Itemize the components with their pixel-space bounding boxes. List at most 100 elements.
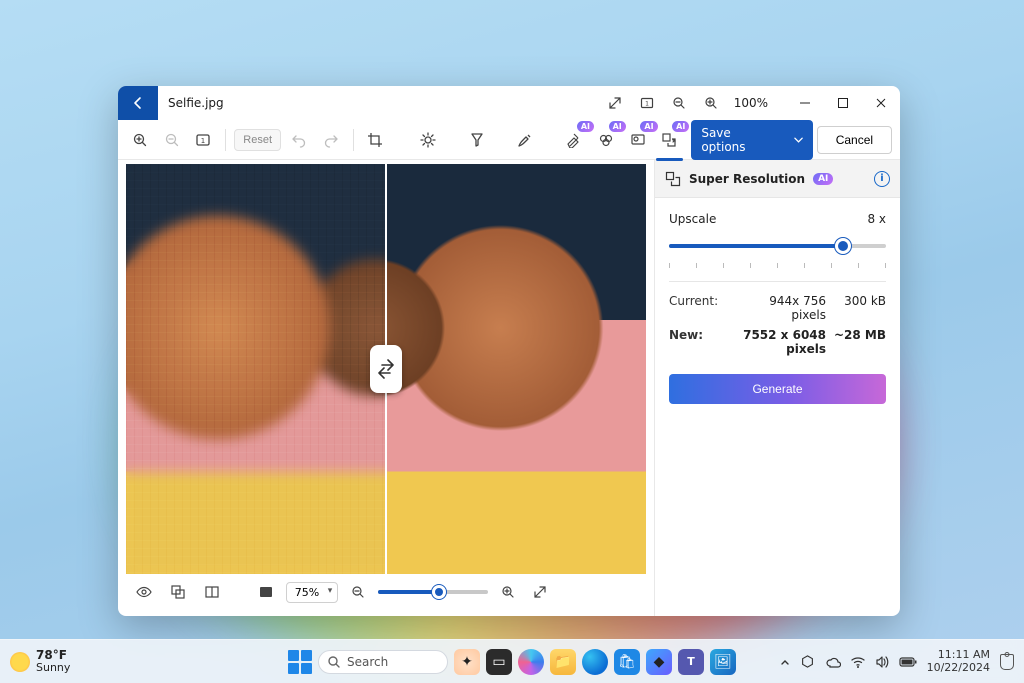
current-spec: Current: 944x 756 pixels 300 kB — [669, 294, 886, 322]
window-buttons — [786, 89, 900, 117]
titlebar: Selfie.jpg 1 100% — [118, 86, 900, 120]
image-preview[interactable] — [126, 164, 646, 574]
zoom-in-button[interactable] — [496, 580, 520, 604]
close-button[interactable] — [862, 89, 900, 117]
taskbar-search[interactable]: Search — [318, 650, 448, 674]
tray-chevron-icon[interactable] — [780, 657, 790, 667]
save-label: Save options — [701, 126, 771, 154]
filter-tool[interactable] — [463, 125, 491, 155]
upscale-slider-thumb[interactable] — [835, 238, 851, 254]
background-tool[interactable]: AI — [592, 125, 620, 155]
weather-widget[interactable]: 78°F Sunny — [10, 649, 70, 674]
search-placeholder: Search — [347, 655, 388, 669]
svg-text:1: 1 — [645, 101, 649, 108]
ai-badge-icon: AI — [640, 121, 657, 132]
save-options-button[interactable]: Save options — [691, 120, 812, 160]
taskbar: 78°F Sunny Search ✦ ▭ 📁 🛍 ◆ T 🖼 11:11 AM… — [0, 639, 1024, 683]
new-dims: 7552 x 6048 pixels — [731, 328, 826, 356]
undo-icon[interactable] — [285, 125, 313, 155]
cloud-icon[interactable] — [825, 656, 841, 668]
fit-screen-icon[interactable] — [254, 580, 278, 604]
zoom-out-tool[interactable] — [158, 125, 186, 155]
start-button[interactable] — [288, 650, 312, 674]
reset-button[interactable]: Reset — [234, 129, 281, 151]
wifi-icon[interactable] — [851, 656, 865, 668]
erase-tool[interactable]: AI — [560, 125, 588, 155]
photos-app-window: Selfie.jpg 1 100% — [118, 86, 900, 616]
cancel-button[interactable]: Cancel — [817, 126, 892, 154]
current-label: Current: — [669, 294, 731, 322]
markup-tool[interactable] — [511, 125, 539, 155]
generate-button[interactable]: Generate — [669, 374, 886, 404]
battery-icon[interactable] — [899, 656, 917, 668]
onedrive-icon[interactable] — [800, 654, 815, 669]
zoom-slider[interactable] — [378, 590, 488, 594]
new-spec: New: 7552 x 6048 pixels ~28 MB — [669, 328, 886, 356]
upscale-label: Upscale — [669, 212, 716, 226]
visibility-icon[interactable] — [132, 580, 156, 604]
upscale-value: 8 x — [867, 212, 886, 226]
minimize-button[interactable] — [786, 89, 824, 117]
actual-size-tool[interactable]: 1 — [190, 125, 218, 155]
task-view-icon[interactable]: ▭ — [486, 649, 512, 675]
maximize-button[interactable] — [824, 89, 862, 117]
teams-icon[interactable]: T — [678, 649, 704, 675]
zoom-readout: 100% — [728, 96, 774, 110]
upscale-slider[interactable] — [669, 234, 886, 258]
weather-condition: Sunny — [36, 662, 70, 674]
taskbar-center: Search ✦ ▭ 📁 🛍 ◆ T 🖼 — [288, 649, 736, 675]
new-label: New: — [669, 328, 731, 356]
photos-app-icon[interactable]: 🖼 — [710, 649, 736, 675]
relight-tool[interactable]: AI — [624, 125, 652, 155]
clock[interactable]: 11:11 AM 10/22/2024 — [927, 649, 990, 673]
super-res-icon — [665, 171, 681, 187]
back-button[interactable] — [118, 86, 158, 120]
store-icon[interactable]: 🛍 — [614, 649, 640, 675]
panel-header: Super Resolution AI i — [655, 160, 900, 198]
zoom-slider-thumb[interactable] — [432, 585, 446, 599]
edge-icon[interactable] — [582, 649, 608, 675]
notifications-icon[interactable] — [1000, 654, 1014, 670]
slider-ticks — [669, 263, 886, 269]
volume-icon[interactable] — [875, 656, 889, 668]
new-size: ~28 MB — [826, 328, 886, 356]
expand-icon[interactable] — [600, 89, 630, 117]
super-resolution-panel: Super Resolution AI i Upscale 8 x C — [654, 160, 900, 616]
panel-title: Super Resolution — [689, 172, 805, 186]
chevron-down-icon — [794, 135, 803, 145]
zoom-select[interactable]: 75% — [286, 582, 338, 603]
clock-date: 10/22/2024 — [927, 662, 990, 674]
system-tray: 11:11 AM 10/22/2024 — [780, 649, 1014, 673]
zoom-out-icon[interactable] — [664, 89, 694, 117]
editor-body: 75% — [118, 160, 900, 616]
super-resolution-tool[interactable]: AI — [656, 125, 684, 155]
current-dims: 944x 756 pixels — [731, 294, 826, 322]
redo-icon[interactable] — [317, 125, 345, 155]
copilot2-icon[interactable]: ◆ — [646, 649, 672, 675]
current-size: 300 kB — [826, 294, 886, 322]
active-tab-indicator — [656, 158, 684, 161]
ai-chip: AI — [813, 173, 833, 185]
zoom-in-icon[interactable] — [696, 89, 726, 117]
svg-text:1: 1 — [201, 137, 205, 145]
clock-time: 11:11 AM — [927, 649, 990, 661]
copilot-icon[interactable] — [518, 649, 544, 675]
crop-tool[interactable] — [362, 125, 390, 155]
zoom-in-tool[interactable] — [126, 125, 154, 155]
canvas-area: 75% — [118, 160, 654, 616]
search-icon — [327, 655, 341, 669]
copilot-app-icon[interactable]: ✦ — [454, 649, 480, 675]
bottom-toolbar: 75% — [126, 574, 646, 610]
layers-icon[interactable] — [166, 580, 190, 604]
comparison-slider-handle[interactable] — [370, 345, 402, 393]
info-icon[interactable]: i — [874, 171, 890, 187]
zoom-value: 75% — [295, 586, 319, 599]
explorer-icon[interactable]: 📁 — [550, 649, 576, 675]
brightness-tool[interactable] — [414, 125, 442, 155]
fullscreen-icon[interactable] — [528, 580, 552, 604]
split-view-icon[interactable] — [200, 580, 224, 604]
zoom-out-button[interactable] — [346, 580, 370, 604]
fit-to-window-icon[interactable]: 1 — [632, 89, 662, 117]
edit-toolbar: 1 Reset AI AI — [118, 120, 900, 160]
ai-badge-icon: AI — [672, 121, 689, 132]
